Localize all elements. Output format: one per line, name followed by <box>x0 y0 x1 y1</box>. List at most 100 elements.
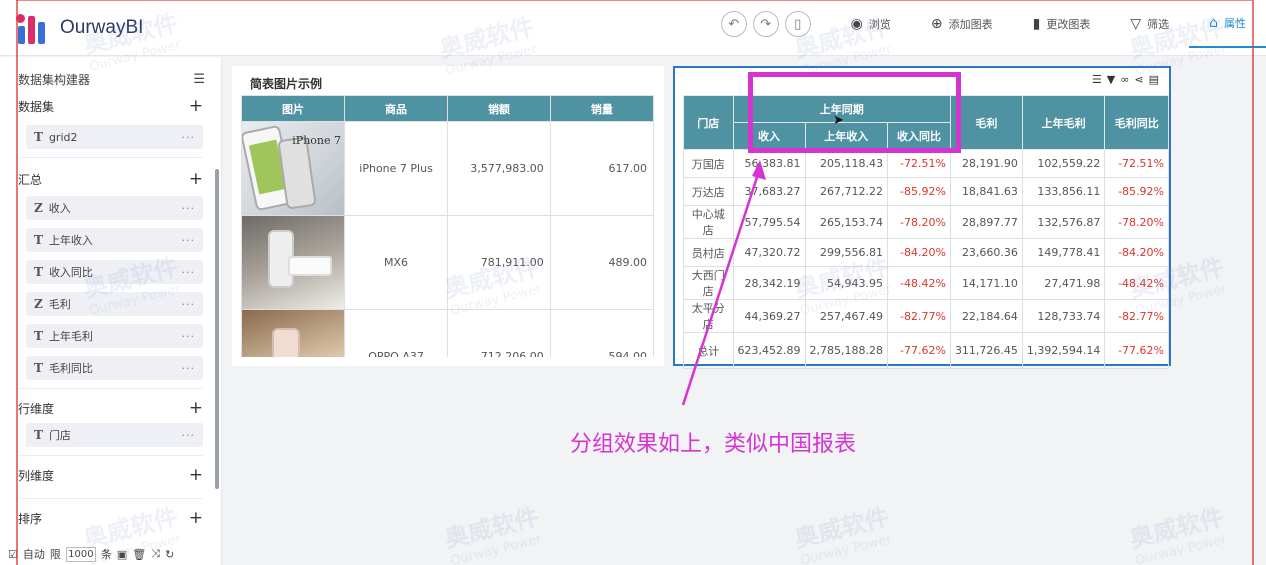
filter-icon[interactable]: ▼ <box>1107 73 1115 86</box>
preview-button[interactable]: ◉ 浏览 <box>831 0 911 48</box>
summary-section-title: 汇总 + <box>18 169 203 189</box>
more-icon[interactable]: ··· <box>182 330 196 343</box>
mobile-view-button[interactable]: ▯ <box>784 11 811 37</box>
frame-line <box>1252 0 1254 565</box>
table-row: 员村店 47,320.72 299,556.81 -84.20% 23,660.… <box>683 238 1169 267</box>
table-row: OPPO A37 712,206.00 594.00 <box>241 309 655 357</box>
mobile-icon: ▯ <box>794 16 802 32</box>
field-item[interactable]: T 门店 ··· <box>26 423 203 447</box>
field-item[interactable]: T 上年毛利 ··· <box>26 324 203 348</box>
table-row: 大西门店 28,342.19 54,943.95 -48.42% 14,171.… <box>683 266 1169 300</box>
product-image: iPhone 7 <box>242 122 344 215</box>
measure-type-icon: Z <box>34 297 43 311</box>
field-item[interactable]: Z 毛利 ··· <box>26 292 203 316</box>
row-dimension-title: 行维度 + <box>18 398 203 418</box>
filter-button[interactable]: ▽ 筛选 <box>1110 0 1189 48</box>
logo-mark-icon <box>16 12 54 44</box>
panel-scrollbar[interactable] <box>215 169 219 489</box>
table-row: 太平分店 44,369.27 257,467.49 -82.77% 22,184… <box>683 299 1169 333</box>
add-sort-button[interactable]: + <box>189 508 203 528</box>
text-type-icon: T <box>34 265 43 279</box>
refresh-icon[interactable]: ↻ <box>165 548 174 561</box>
filter-icon: ▽ <box>1130 16 1142 32</box>
field-item[interactable]: Z 收入 ··· <box>26 196 203 220</box>
collapse-panel-icon[interactable]: ☰ <box>193 72 205 87</box>
eye-icon: ◉ <box>850 16 863 32</box>
table-row: 万达店 37,683.27 267,712.22 -85.92% 18,841.… <box>683 177 1169 206</box>
product-image <box>242 216 344 309</box>
more-icon[interactable]: ··· <box>182 234 196 247</box>
panel-title: 数据集构建器 <box>18 72 91 87</box>
image-icon[interactable]: ▣ <box>117 548 127 561</box>
add-chart-button[interactable]: ⊕ 添加图表 <box>911 0 1013 48</box>
add-row-dimension-button[interactable]: + <box>189 398 203 418</box>
redo-button[interactable]: ↷ <box>752 11 779 37</box>
text-type-icon: T <box>34 361 43 375</box>
more-icon[interactable]: ··· <box>182 429 196 442</box>
more-icon[interactable]: ··· <box>182 362 196 375</box>
share-icon[interactable]: ⋖ <box>1134 73 1143 86</box>
more-icon[interactable]: ··· <box>182 266 196 279</box>
text-type-icon: T <box>34 428 43 442</box>
text-type-icon: T <box>34 233 43 247</box>
bar-chart-icon: ▮ <box>1032 16 1041 32</box>
measure-type-icon: Z <box>34 201 43 215</box>
more-icon[interactable]: ··· <box>182 202 196 215</box>
add-summary-button[interactable]: + <box>189 169 203 189</box>
field-item[interactable]: Tgrid2 ··· <box>26 125 203 149</box>
sort-title: 排序 + <box>18 508 203 528</box>
toolbar: ↶ ↷ ▯ ◉ 浏览 ⊕ 添加图表 ▮ 更改图表 ▽ 筛选 ⌂ 属性 <box>720 0 1266 48</box>
text-type-icon: T <box>34 130 43 144</box>
shuffle-icon[interactable]: ⤨ <box>151 547 160 561</box>
annotation-text: 分组效果如上，类似中国报表 <box>570 432 857 457</box>
field-item[interactable]: T 收入同比 ··· <box>26 260 203 284</box>
more-icon[interactable]: ··· <box>182 298 196 311</box>
undo-button[interactable]: ↶ <box>720 11 747 37</box>
column-dimension-title: 列维度 + <box>18 465 203 485</box>
field-item[interactable]: T 上年收入 ··· <box>26 228 203 252</box>
change-chart-button[interactable]: ▮ 更改图表 <box>1013 0 1111 48</box>
column-header[interactable]: 上年毛利 <box>1021 95 1106 150</box>
plus-circle-icon: ⊕ <box>930 16 943 32</box>
column-header[interactable]: 销量 <box>549 95 655 122</box>
panel-footer: ☑ 自动 限 1000 条 ▣ 🗑 ⤨ ↻ <box>0 543 221 565</box>
table-row: MX6 781,911.00 489.00 <box>241 215 655 310</box>
dataset-section-title: 数据集 + <box>18 96 203 116</box>
limit-input[interactable]: 1000 <box>65 546 96 562</box>
dataset-builder-panel: 数据集构建器 ☰ 数据集 + Tgrid2 ··· 汇总 + Z 收入 ··· T… <box>0 57 222 565</box>
card-toolbar: ☰ ▼ ∞ ⋖ ▤ <box>1092 73 1159 86</box>
table-row: 中心城店 57,795.54 265,153.74 -78.20% 28,897… <box>683 205 1169 239</box>
column-header[interactable]: 图片 <box>241 95 345 122</box>
image-table: 图片 商品 销额 销量 iPhone 7 iPhone 7 Plus 3,577… <box>241 95 655 357</box>
image-table-card[interactable]: 简表图片示例 图片 商品 销额 销量 iPhone 7 iPhone 7 Plu… <box>232 66 664 366</box>
frame-line <box>16 0 18 565</box>
add-dataset-button[interactable]: + <box>189 96 203 116</box>
column-header[interactable]: 毛利同比 <box>1104 95 1169 150</box>
redo-icon: ↷ <box>760 16 772 32</box>
report-canvas: 简表图片示例 图片 商品 销额 销量 iPhone 7 iPhone 7 Plu… <box>222 57 1266 565</box>
export-icon[interactable]: ▤ <box>1149 73 1159 86</box>
table-row: 万国店 56,383.81 205,118.43 -72.51% 28,191.… <box>683 149 1169 178</box>
logo-text: OurwayBI <box>60 17 144 38</box>
column-header[interactable]: 门店 <box>683 95 734 150</box>
highlight-box <box>748 72 961 153</box>
logo: OurwayBI <box>16 12 143 44</box>
more-icon[interactable]: ··· <box>182 131 196 144</box>
menu-icon[interactable]: ☰ <box>1092 73 1102 86</box>
undo-icon: ↶ <box>728 16 740 32</box>
card-title: 简表图片示例 <box>250 77 323 91</box>
mouse-cursor-icon: ➤ <box>833 113 844 128</box>
link-icon[interactable]: ∞ <box>1120 73 1129 86</box>
column-header[interactable]: 商品 <box>343 95 449 122</box>
top-bar: OurwayBI ↶ ↷ ▯ ◉ 浏览 ⊕ 添加图表 ▮ 更改图表 ▽ 筛选 ⌂… <box>0 0 1266 56</box>
field-item[interactable]: T 毛利同比 ··· <box>26 356 203 380</box>
add-column-dimension-button[interactable]: + <box>189 465 203 485</box>
frame-line <box>16 0 1252 1</box>
table-row: iPhone 7 iPhone 7 Plus 3,577,983.00 617.… <box>241 121 655 216</box>
column-header[interactable]: 销额 <box>447 95 551 122</box>
product-image <box>242 310 344 357</box>
delete-icon[interactable]: 🗑 <box>132 548 146 561</box>
text-type-icon: T <box>34 329 43 343</box>
properties-tab[interactable]: ⌂ 属性 <box>1189 0 1266 48</box>
column-header[interactable]: 毛利 <box>949 95 1023 150</box>
